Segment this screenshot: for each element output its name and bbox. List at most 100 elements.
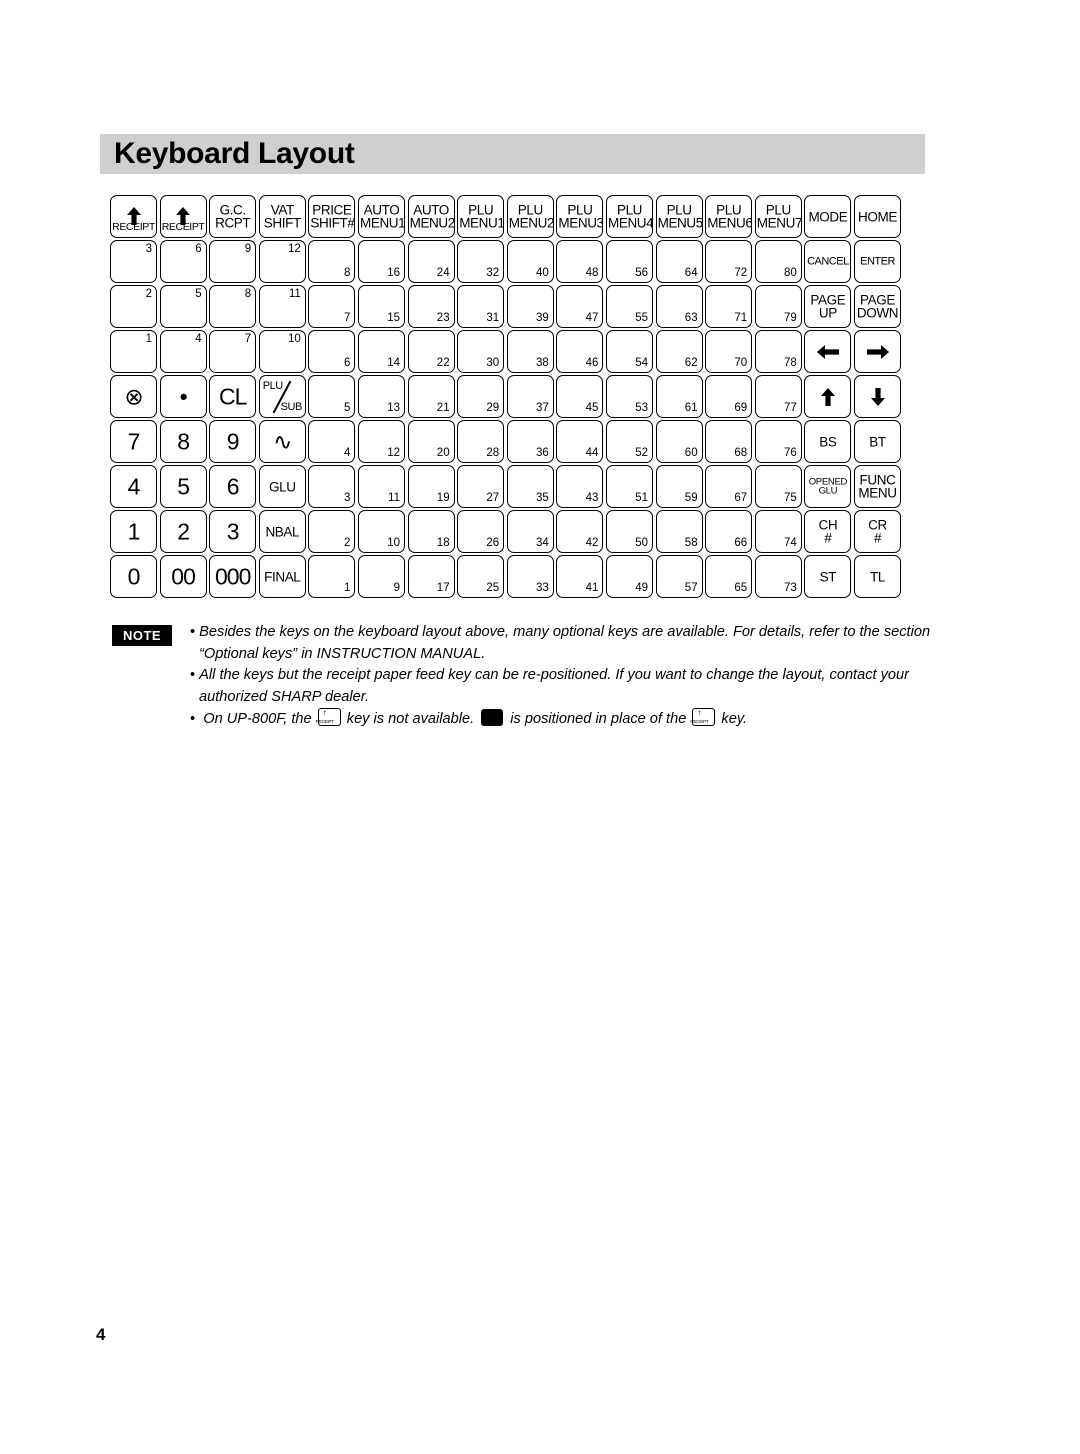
decimal-point-key[interactable]: • (159, 375, 207, 418)
col-plu-menu6-key-67[interactable]: 67 (705, 465, 753, 508)
col-plu-menu2-key-35[interactable]: 35 (506, 465, 554, 508)
col-plu-menu3-key-42[interactable]: 42 (556, 510, 604, 553)
col-auto-menu1-key-9[interactable]: 9 (358, 555, 405, 598)
col-plu-menu7-key-73[interactable]: 73 (754, 555, 802, 598)
col-plu-menu7-key-74[interactable]: 74 (754, 510, 802, 553)
col-plu-menu2-key-39[interactable]: 39 (506, 285, 554, 328)
col-plu-menu3-key-47[interactable]: 47 (556, 285, 604, 328)
col-plu-menu1-key-28[interactable]: 28 (457, 420, 505, 463)
digit-9-key[interactable]: 9 (209, 420, 257, 463)
col-receipt-2-blank-key-4[interactable]: 4 (159, 330, 207, 373)
col-auto-menu2-key-24[interactable]: 24 (407, 240, 455, 283)
col-plu-menu4-key-56[interactable]: 56 (606, 240, 653, 283)
digit-8-key[interactable]: 8 (159, 420, 207, 463)
digit-00-key[interactable]: 00 (159, 555, 207, 598)
col-auto-menu1-key-14[interactable]: 14 (358, 330, 405, 373)
col-plu-menu3-key-44[interactable]: 44 (556, 420, 604, 463)
col-auto-menu1-header-key[interactable]: AUTO MENU1 (358, 195, 405, 238)
bs-key[interactable]: BS (804, 420, 852, 463)
col-vat-shift-blank-key-12[interactable]: 12 (258, 240, 306, 283)
col-plu-menu2-key-40[interactable]: 40 (506, 240, 554, 283)
col-plu-menu5-key-58[interactable]: 58 (655, 510, 703, 553)
col-plu-menu1-key-30[interactable]: 30 (457, 330, 505, 373)
col-receipt-1-header-key[interactable]: RECEIPT (110, 195, 157, 238)
col-receipt-2-blank-key-6[interactable]: 6 (159, 240, 207, 283)
col-receipt-1-blank-key-3[interactable]: 3 (110, 240, 157, 283)
col-auto-menu1-key-12[interactable]: 12 (358, 420, 405, 463)
col-price-shift-key-5[interactable]: 5 (308, 375, 356, 418)
col-auto-menu1-key-11[interactable]: 11 (358, 465, 405, 508)
col-gc-rcpt-blank-key-7[interactable]: 7 (209, 330, 257, 373)
col-plu-menu2-key-33[interactable]: 33 (506, 555, 554, 598)
col-plu-menu4-key-54[interactable]: 54 (606, 330, 653, 373)
col-plu-menu1-key-29[interactable]: 29 (457, 375, 505, 418)
col-auto-menu1-key-10[interactable]: 10 (358, 510, 405, 553)
col-plu-menu4-key-50[interactable]: 50 (606, 510, 653, 553)
col-receipt-2-blank-key-5[interactable]: 5 (159, 285, 207, 328)
col-plu-menu3-key-46[interactable]: 46 (556, 330, 604, 373)
col-home-header-key[interactable]: HOME (854, 195, 901, 238)
arrow-up-key[interactable] (804, 375, 852, 418)
col-plu-menu6-key-66[interactable]: 66 (705, 510, 753, 553)
digit-000-key[interactable]: 000 (209, 555, 257, 598)
tl-key[interactable]: TL (854, 555, 901, 598)
col-plu-menu7-key-78[interactable]: 78 (754, 330, 802, 373)
st-key[interactable]: ST (804, 555, 852, 598)
col-plu-menu1-header-key[interactable]: PLU MENU1 (457, 195, 505, 238)
arrow-down-key[interactable] (854, 375, 901, 418)
col-plu-menu4-header-key[interactable]: PLU MENU4 (606, 195, 653, 238)
col-plu-menu2-header-key[interactable]: PLU MENU2 (506, 195, 554, 238)
col-price-shift-key-6[interactable]: 6 (308, 330, 356, 373)
col-price-shift-key-2[interactable]: 2 (308, 510, 356, 553)
col-plu-menu5-key-57[interactable]: 57 (655, 555, 703, 598)
col-plu-menu6-key-65[interactable]: 65 (705, 555, 753, 598)
col-plu-menu3-key-43[interactable]: 43 (556, 465, 604, 508)
col-plu-menu1-key-25[interactable]: 25 (457, 555, 505, 598)
col-auto-menu1-key-13[interactable]: 13 (358, 375, 405, 418)
digit-1-key[interactable]: 1 (110, 510, 157, 553)
col-plu-menu4-key-53[interactable]: 53 (606, 375, 653, 418)
col-plu-menu3-key-45[interactable]: 45 (556, 375, 604, 418)
col-plu-menu5-key-61[interactable]: 61 (655, 375, 703, 418)
col-plu-menu7-key-80[interactable]: 80 (754, 240, 802, 283)
digit-5-key[interactable]: 5 (159, 465, 207, 508)
col-plu-menu6-key-72[interactable]: 72 (705, 240, 753, 283)
col-plu-menu6-key-71[interactable]: 71 (705, 285, 753, 328)
col-plu-menu6-header-key[interactable]: PLU MENU6 (705, 195, 753, 238)
col-price-shift-key-8[interactable]: 8 (308, 240, 356, 283)
col-auto-menu2-key-22[interactable]: 22 (407, 330, 455, 373)
col-receipt-1-blank-key-2[interactable]: 2 (110, 285, 157, 328)
ch-number-key[interactable]: CH # (804, 510, 852, 553)
col-plu-menu4-key-52[interactable]: 52 (606, 420, 653, 463)
col-vat-shift-blank-key-11[interactable]: 11 (258, 285, 306, 328)
col-plu-menu2-key-38[interactable]: 38 (506, 330, 554, 373)
page-down-key[interactable]: PAGE DOWN (854, 285, 901, 328)
col-plu-menu1-key-31[interactable]: 31 (457, 285, 505, 328)
col-plu-menu7-key-75[interactable]: 75 (754, 465, 802, 508)
digit-4-key[interactable]: 4 (110, 465, 157, 508)
col-auto-menu2-key-23[interactable]: 23 (407, 285, 455, 328)
col-plu-menu2-key-37[interactable]: 37 (506, 375, 554, 418)
enter-key[interactable]: ENTER (854, 240, 901, 283)
page-up-key[interactable]: PAGE UP (804, 285, 852, 328)
col-plu-menu6-key-70[interactable]: 70 (705, 330, 753, 373)
col-price-shift-key-4[interactable]: 4 (308, 420, 356, 463)
col-plu-menu5-key-62[interactable]: 62 (655, 330, 703, 373)
col-auto-menu1-key-15[interactable]: 15 (358, 285, 405, 328)
col-plu-menu7-header-key[interactable]: PLU MENU7 (754, 195, 802, 238)
digit-7-key[interactable]: 7 (110, 420, 157, 463)
col-plu-menu2-key-34[interactable]: 34 (506, 510, 554, 553)
col-plu-menu5-key-63[interactable]: 63 (655, 285, 703, 328)
cr-number-key[interactable]: CR # (854, 510, 901, 553)
nbal-key[interactable]: NBAL (258, 510, 306, 553)
digit-3-key[interactable]: 3 (209, 510, 257, 553)
arrow-left-key[interactable] (804, 330, 852, 373)
col-auto-menu1-key-16[interactable]: 16 (358, 240, 405, 283)
col-plu-menu7-key-76[interactable]: 76 (754, 420, 802, 463)
bt-key[interactable]: BT (854, 420, 901, 463)
cancel-key[interactable]: CANCEL (804, 240, 852, 283)
col-plu-menu6-key-69[interactable]: 69 (705, 375, 753, 418)
plu-sub-key[interactable]: PLU SUB (258, 375, 306, 418)
final-key[interactable]: FINAL (258, 555, 306, 598)
multiply-key[interactable]: ⊗ (110, 375, 157, 418)
